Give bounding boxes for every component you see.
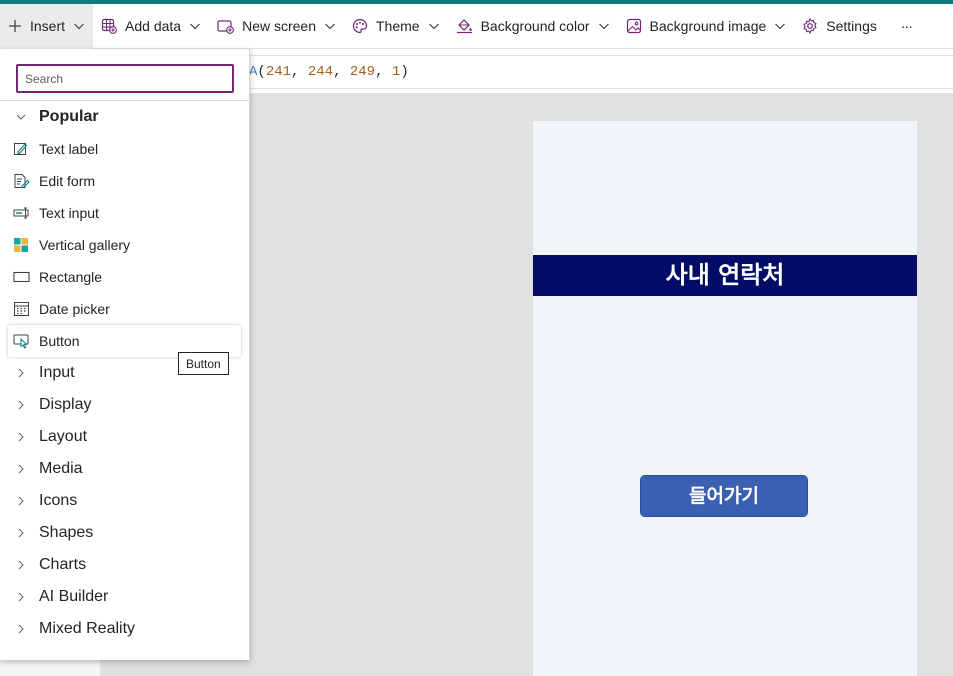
group-label: Layout bbox=[39, 428, 88, 445]
insert-label: Insert bbox=[30, 18, 66, 34]
palette-icon bbox=[352, 18, 368, 34]
theme-button[interactable]: Theme bbox=[344, 4, 448, 49]
formula-open-paren: ( bbox=[257, 64, 266, 80]
app-screen[interactable]: 사내 연락처 들어가기 bbox=[533, 121, 917, 676]
formula-blue: 249 bbox=[349, 64, 376, 80]
group-label: Mixed Reality bbox=[39, 620, 136, 637]
group-popular[interactable]: Popular bbox=[0, 101, 249, 133]
new-screen-icon bbox=[217, 19, 234, 34]
insert-item-text-input[interactable]: Text input bbox=[0, 197, 249, 229]
button-tooltip: Button bbox=[178, 352, 229, 375]
text-label-icon bbox=[14, 143, 28, 155]
group-charts[interactable]: Charts bbox=[0, 549, 249, 581]
gear-icon bbox=[803, 18, 817, 34]
chevron-right-icon bbox=[18, 592, 24, 602]
insert-item-vertical-gallery[interactable]: Vertical gallery bbox=[0, 229, 249, 261]
background-color-label: Background color bbox=[480, 18, 590, 34]
chevron-down-icon bbox=[74, 23, 84, 30]
insert-item-edit-form[interactable]: Edit form bbox=[0, 165, 249, 197]
chevron-right-icon bbox=[18, 496, 24, 506]
settings-button[interactable]: Settings bbox=[794, 4, 893, 49]
formula-green: 244 bbox=[307, 64, 334, 80]
more-options-button[interactable]: ··· bbox=[893, 4, 920, 49]
text-input-icon bbox=[13, 207, 29, 219]
command-bar: Insert Add data New screen Theme Backgro… bbox=[0, 3, 953, 49]
add-data-button[interactable]: Add data bbox=[93, 4, 209, 49]
insert-item-date-picker[interactable]: Date picker bbox=[0, 293, 249, 325]
group-shapes[interactable]: Shapes bbox=[0, 517, 249, 549]
paint-bucket-icon bbox=[456, 19, 472, 34]
chevron-right-icon bbox=[18, 624, 24, 634]
group-icons[interactable]: Icons bbox=[0, 485, 249, 517]
group-layout[interactable]: Layout bbox=[0, 421, 249, 453]
chevron-down-icon bbox=[190, 23, 201, 30]
item-label: Date picker bbox=[39, 301, 110, 317]
group-mixed-reality[interactable]: Mixed Reality bbox=[0, 613, 249, 645]
chevron-right-icon bbox=[18, 368, 24, 378]
chevron-right-icon bbox=[18, 432, 24, 442]
insert-item-rectangle[interactable]: Rectangle bbox=[0, 261, 249, 293]
group-label: Popular bbox=[39, 108, 99, 125]
search-area bbox=[0, 49, 249, 101]
enter-button[interactable]: 들어가기 bbox=[640, 475, 808, 517]
formula-sep: , bbox=[375, 64, 392, 80]
item-label: Vertical gallery bbox=[39, 237, 131, 253]
new-screen-label: New screen bbox=[242, 18, 316, 34]
formula-red: 241 bbox=[265, 64, 292, 80]
chevron-down-icon bbox=[598, 23, 609, 30]
header-title[interactable]: 사내 연락처 bbox=[533, 255, 917, 296]
chevron-right-icon bbox=[18, 464, 24, 474]
calendar-icon bbox=[14, 302, 29, 316]
gallery-icon bbox=[14, 238, 28, 252]
add-data-label: Add data bbox=[125, 18, 182, 34]
chevron-down-icon bbox=[775, 23, 786, 30]
background-color-button[interactable]: Background color bbox=[448, 4, 618, 49]
formula-sep: , bbox=[333, 64, 350, 80]
chevron-down-icon bbox=[16, 114, 26, 120]
background-image-label: Background image bbox=[649, 18, 767, 34]
item-label: Text input bbox=[39, 205, 99, 221]
chevron-right-icon bbox=[18, 560, 24, 570]
chevron-right-icon bbox=[18, 400, 24, 410]
group-label: Display bbox=[39, 396, 92, 413]
database-icon bbox=[101, 18, 117, 34]
group-label: Input bbox=[39, 364, 75, 381]
formula-close-paren: ) bbox=[400, 64, 409, 80]
chevron-down-icon bbox=[428, 23, 439, 30]
plus-icon bbox=[9, 20, 21, 32]
group-label: Charts bbox=[39, 556, 87, 573]
background-image-button[interactable]: Background image bbox=[618, 4, 795, 49]
more-icon: ··· bbox=[900, 18, 913, 34]
rectangle-icon bbox=[13, 271, 30, 283]
group-ai-builder[interactable]: AI Builder bbox=[0, 581, 249, 613]
search-input[interactable] bbox=[16, 64, 234, 93]
group-label: Shapes bbox=[39, 524, 94, 541]
image-icon bbox=[626, 18, 641, 34]
item-label: Edit form bbox=[39, 173, 96, 189]
settings-label: Settings bbox=[826, 18, 877, 34]
group-media[interactable]: Media bbox=[0, 453, 249, 485]
edit-form-icon bbox=[14, 174, 30, 189]
chevron-down-icon bbox=[325, 23, 335, 30]
item-label: Text label bbox=[39, 141, 99, 157]
item-label: Rectangle bbox=[39, 269, 103, 285]
group-label: Icons bbox=[39, 492, 78, 509]
insert-button[interactable]: Insert bbox=[0, 3, 94, 49]
formula-sep: , bbox=[291, 64, 308, 80]
new-screen-button[interactable]: New screen bbox=[209, 4, 344, 49]
group-display[interactable]: Display bbox=[0, 389, 249, 421]
chevron-right-icon bbox=[18, 528, 24, 538]
button-icon bbox=[13, 334, 29, 349]
theme-label: Theme bbox=[376, 18, 420, 34]
group-label: AI Builder bbox=[39, 588, 109, 605]
insert-item-text-label[interactable]: Text label bbox=[0, 133, 249, 165]
group-label: Media bbox=[39, 460, 83, 477]
item-label: Button bbox=[39, 333, 80, 349]
